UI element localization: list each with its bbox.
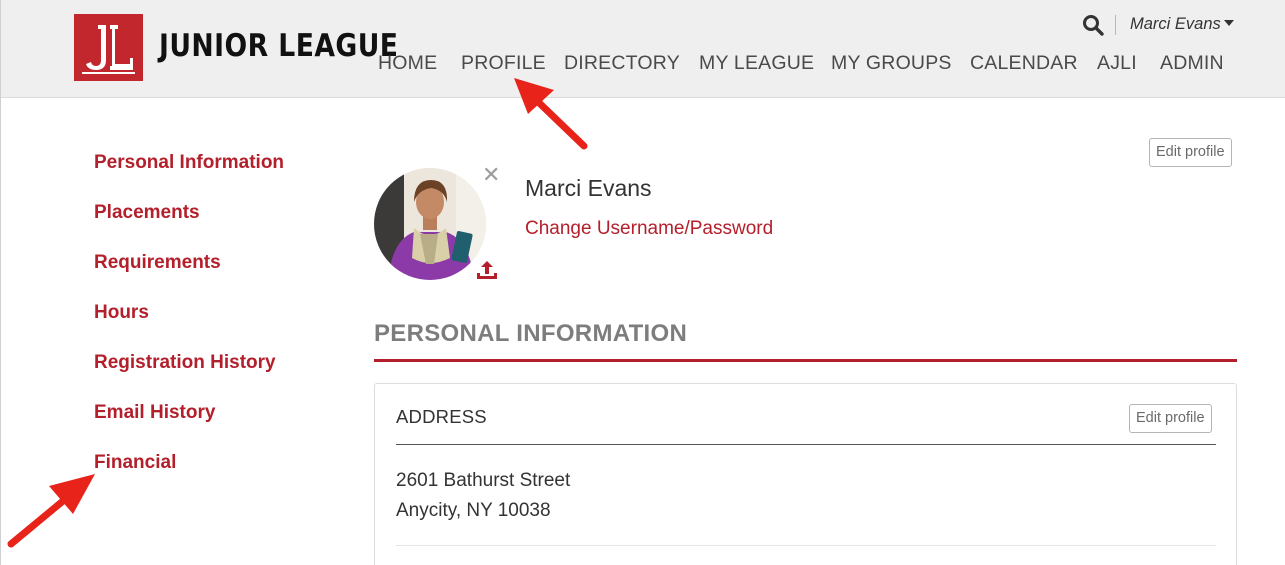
user-menu[interactable]: Marci Evans [1130, 15, 1234, 34]
caret-down-icon [1223, 20, 1234, 27]
address-card: ADDRESS Edit profile 2601 Bathurst Stree… [374, 383, 1237, 565]
sidebar-item-hours[interactable]: Hours [94, 302, 149, 324]
close-icon[interactable]: ✕ [482, 164, 500, 186]
junior-league-logo-icon[interactable] [74, 14, 143, 81]
nav-item-directory[interactable]: DIRECTORY [564, 52, 680, 75]
sidebar-item-personal-information[interactable]: Personal Information [94, 152, 284, 174]
section-divider [374, 359, 1237, 362]
sidebar-item-registration-history[interactable]: Registration History [94, 352, 276, 374]
sidebar-item-placements[interactable]: Placements [94, 202, 200, 224]
profile-photo [374, 168, 486, 280]
address-edit-profile-button[interactable]: Edit profile [1129, 404, 1212, 433]
user-name: Marci Evans [1130, 15, 1221, 33]
nav-item-my-league[interactable]: MY LEAGUE [699, 52, 814, 75]
sidebar-item-requirements[interactable]: Requirements [94, 252, 221, 274]
profile-name: Marci Evans [525, 175, 652, 201]
address-card-divider [396, 444, 1216, 445]
sidebar-item-email-history[interactable]: Email History [94, 402, 215, 424]
nav-item-my-groups[interactable]: MY GROUPS [831, 52, 952, 75]
address-card-bottom-divider [396, 545, 1216, 546]
annotation-arrow-financial [7, 474, 95, 548]
utility-divider [1115, 15, 1116, 35]
nav-item-profile[interactable]: PROFILE [461, 52, 546, 75]
site-header: JUNIOR LEAGUE HOME PROFILE DIRECTORY MY … [1, 0, 1285, 98]
nav-item-home[interactable]: HOME [378, 52, 437, 75]
nav-item-ajli[interactable]: AJLI [1097, 52, 1137, 75]
sidebar-item-financial[interactable]: Financial [94, 452, 176, 474]
address-card-title: ADDRESS [396, 406, 487, 427]
edit-profile-button[interactable]: Edit profile [1149, 138, 1232, 167]
address-line-1: 2601 Bathurst Street [396, 470, 571, 491]
address-line-2: Anycity, NY 10038 [396, 500, 551, 521]
brand-name[interactable]: JUNIOR LEAGUE [159, 28, 398, 64]
change-username-password-link[interactable]: Change Username/Password [525, 218, 773, 240]
section-title-personal-information: PERSONAL INFORMATION [374, 320, 688, 347]
search-icon[interactable] [1082, 14, 1104, 36]
nav-item-calendar[interactable]: CALENDAR [970, 52, 1078, 75]
nav-item-admin[interactable]: ADMIN [1160, 52, 1224, 75]
upload-icon[interactable] [475, 259, 499, 281]
